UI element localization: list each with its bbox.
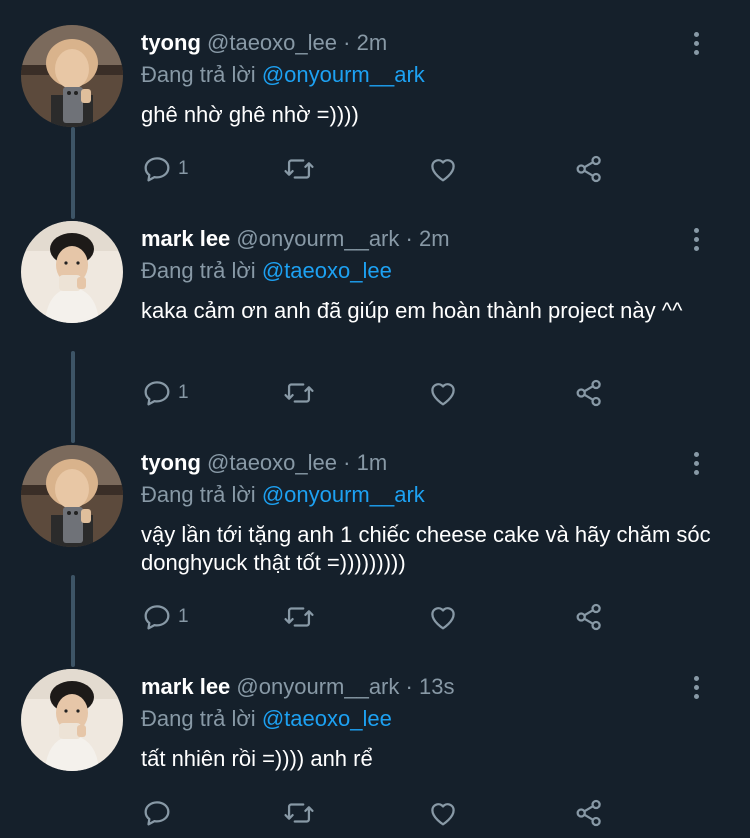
share-icon <box>576 603 601 631</box>
avatar[interactable] <box>21 221 123 323</box>
avatar-tyong-image <box>21 25 123 127</box>
tweet-header: tyong @taeoxo_lee · 1m <box>141 449 387 477</box>
conversation-thread: tyong @taeoxo_lee · 2m Đang trả lời @ony… <box>0 0 750 838</box>
tweet-actions: 1 <box>140 373 620 413</box>
retweet-button[interactable] <box>282 149 316 189</box>
retweet-icon <box>284 383 314 403</box>
replying-to: Đang trả lời @taeoxo_lee <box>141 705 392 733</box>
share-icon <box>576 155 601 183</box>
more-icon[interactable] <box>686 225 706 255</box>
retweet-button[interactable] <box>282 373 316 413</box>
share-icon <box>576 379 601 407</box>
tweet-text: kaka cảm ơn anh đã giúp em hoàn thành pr… <box>141 298 683 323</box>
separator: · <box>405 674 413 699</box>
share-button[interactable] <box>572 793 606 833</box>
tweet-actions: 1 <box>140 597 620 637</box>
tweet[interactable]: tyong @taeoxo_lee · 1m Đang trả lời @ony… <box>0 445 750 669</box>
tweet[interactable]: mark lee @onyourm__ark · 2m Đang trả lời… <box>0 221 750 445</box>
replying-to-label: Đang trả lời <box>141 706 256 731</box>
separator: · <box>343 450 351 475</box>
share-icon <box>576 799 601 827</box>
avatar[interactable] <box>21 445 123 547</box>
display-name[interactable]: mark lee <box>141 226 230 251</box>
reply-count: 1 <box>178 382 189 403</box>
avatar[interactable] <box>21 25 123 127</box>
user-handle[interactable]: @onyourm__ark <box>236 674 399 699</box>
reply-icon <box>144 605 170 630</box>
like-button[interactable] <box>426 793 460 833</box>
like-icon <box>431 383 455 406</box>
share-button[interactable] <box>572 597 606 637</box>
tweet-text: vậy lần tới tặng anh 1 chiếc cheese cake… <box>141 522 711 575</box>
replying-to-label: Đang trả lời <box>141 62 256 87</box>
reply-count: 1 <box>178 158 189 179</box>
timestamp[interactable]: 1m <box>357 450 388 475</box>
reply-button[interactable]: 1 <box>140 373 189 413</box>
like-icon <box>431 607 455 630</box>
like-icon <box>431 159 455 182</box>
retweet-icon <box>284 803 314 823</box>
timestamp[interactable]: 2m <box>357 30 388 55</box>
mention-link[interactable]: @taeoxo_lee <box>262 258 392 283</box>
reply-icon <box>144 801 170 826</box>
more-icon[interactable] <box>686 29 706 59</box>
reply-button[interactable]: 1 <box>140 597 189 637</box>
replying-to: Đang trả lời @onyourm__ark <box>141 61 425 89</box>
tweet-header: mark lee @onyourm__ark · 2m <box>141 225 450 253</box>
replying-to: Đang trả lời @taeoxo_lee <box>141 257 392 285</box>
user-handle[interactable]: @taeoxo_lee <box>207 450 337 475</box>
user-handle[interactable]: @onyourm__ark <box>236 226 399 251</box>
avatar[interactable] <box>21 669 123 771</box>
mention-link[interactable]: @onyourm__ark <box>262 482 425 507</box>
tweet-header: mark lee @onyourm__ark · 13s <box>141 673 454 701</box>
timestamp[interactable]: 13s <box>419 674 454 699</box>
replying-to-label: Đang trả lời <box>141 258 256 283</box>
reply-count: 1 <box>178 606 189 627</box>
separator: · <box>405 226 413 251</box>
replying-to: Đang trả lời @onyourm__ark <box>141 481 425 509</box>
retweet-button[interactable] <box>282 597 316 637</box>
reply-icon <box>144 381 170 406</box>
tweet-text: ghê nhờ ghê nhờ =)))) <box>141 102 359 127</box>
separator: · <box>343 30 351 55</box>
reply-icon <box>144 157 170 182</box>
tweet-actions <box>140 793 620 833</box>
display-name[interactable]: mark lee <box>141 674 230 699</box>
tweet[interactable]: tyong @taeoxo_lee · 2m Đang trả lời @ony… <box>0 25 750 249</box>
like-button[interactable] <box>426 597 460 637</box>
more-icon[interactable] <box>686 449 706 479</box>
share-button[interactable] <box>572 373 606 413</box>
retweet-button[interactable] <box>282 793 316 833</box>
retweet-icon <box>284 607 314 627</box>
display-name[interactable]: tyong <box>141 450 201 475</box>
display-name[interactable]: tyong <box>141 30 201 55</box>
timestamp[interactable]: 2m <box>419 226 450 251</box>
reply-button[interactable] <box>140 793 178 833</box>
tweet-actions: 1 <box>140 149 620 189</box>
user-handle[interactable]: @taeoxo_lee <box>207 30 337 55</box>
retweet-icon <box>284 159 314 179</box>
more-icon[interactable] <box>686 673 706 703</box>
mention-link[interactable]: @taeoxo_lee <box>262 706 392 731</box>
avatar-mark-image <box>21 669 123 771</box>
share-button[interactable] <box>572 149 606 189</box>
reply-button[interactable]: 1 <box>140 149 189 189</box>
like-button[interactable] <box>426 149 460 189</box>
like-button[interactable] <box>426 373 460 413</box>
avatar-mark-image <box>21 221 123 323</box>
mention-link[interactable]: @onyourm__ark <box>262 62 425 87</box>
avatar-tyong-image <box>21 445 123 547</box>
tweet-text: tất nhiên rồi =)))) anh rể <box>141 746 373 771</box>
replying-to-label: Đang trả lời <box>141 482 256 507</box>
tweet-header: tyong @taeoxo_lee · 2m <box>141 29 387 57</box>
like-icon <box>431 803 455 826</box>
tweet[interactable]: mark lee @onyourm__ark · 13s Đang trả lờ… <box>0 669 750 838</box>
